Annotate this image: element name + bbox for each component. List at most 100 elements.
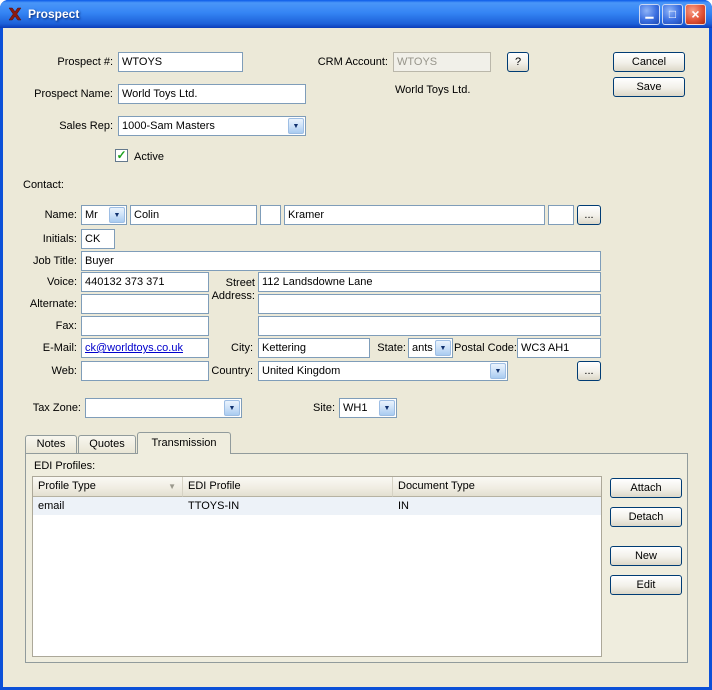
tab-notes[interactable]: Notes xyxy=(25,435,77,453)
window-title: Prospect xyxy=(28,7,80,21)
arrow-glyph: ▼ xyxy=(113,211,121,219)
address-line1-input[interactable] xyxy=(258,272,601,292)
email-link[interactable]: ck@worldtoys.co.uk xyxy=(85,342,183,354)
job-title-label: Job Title: xyxy=(32,255,77,267)
country-label: Country: xyxy=(211,365,253,377)
edit-button[interactable]: Edit xyxy=(610,575,682,595)
contact-section-label: Contact: xyxy=(23,179,64,191)
fax-label: Fax: xyxy=(55,320,77,332)
dropdown-arrow-icon: ▼ xyxy=(379,400,395,416)
arrow-glyph: ▼ xyxy=(383,404,391,412)
close-button[interactable]: × xyxy=(685,3,706,25)
middle-initial-input[interactable] xyxy=(260,205,281,225)
column-header-edi-profile[interactable]: EDI Profile xyxy=(183,477,393,497)
arrow-glyph: ▼ xyxy=(439,344,447,352)
name-label: Name: xyxy=(44,209,77,221)
tax-zone-select[interactable]: ▼ xyxy=(85,398,242,418)
sales-rep-select[interactable]: 1000-Sam Masters ▼ xyxy=(118,116,306,136)
dropdown-arrow-icon: ▼ xyxy=(109,207,125,223)
detach-button[interactable]: Detach xyxy=(610,507,682,527)
state-select[interactable]: ants ▼ xyxy=(408,338,453,358)
web-label: Web: xyxy=(51,365,77,377)
active-checkbox[interactable]: ✓ xyxy=(115,149,128,162)
new-button[interactable]: New xyxy=(610,546,682,566)
arrow-glyph: ▼ xyxy=(292,122,300,130)
voice-input[interactable] xyxy=(81,272,209,292)
tax-zone-value xyxy=(86,399,223,417)
dropdown-arrow-icon: ▼ xyxy=(288,118,304,134)
first-name-input[interactable] xyxy=(130,205,257,225)
web-input[interactable] xyxy=(81,361,209,381)
tax-zone-label: Tax Zone: xyxy=(32,402,81,414)
fax-input[interactable] xyxy=(81,316,209,336)
arrow-glyph: ▼ xyxy=(494,367,502,375)
column-label: Document Type xyxy=(398,480,475,492)
prospect-window: Prospect ▁ □ × Prospect #: CRM Account: … xyxy=(0,0,712,690)
job-title-input[interactable] xyxy=(81,251,601,271)
window-content: Prospect #: CRM Account: ? World Toys Lt… xyxy=(3,28,709,687)
maximize-button[interactable]: □ xyxy=(662,3,683,25)
initials-input[interactable] xyxy=(81,229,115,249)
voice-label: Voice: xyxy=(47,276,77,288)
suffix-input[interactable] xyxy=(548,205,574,225)
country-value: United Kingdom xyxy=(262,365,341,377)
state-label: State: xyxy=(377,342,406,354)
cell-edi-profile: TTOYS-IN xyxy=(188,500,240,512)
table-row[interactable]: email TTOYS-IN IN xyxy=(33,497,601,515)
active-label: Active xyxy=(134,151,164,163)
column-label: EDI Profile xyxy=(188,480,241,492)
sales-rep-label: Sales Rep: xyxy=(59,120,113,132)
window-controls: ▁ □ × xyxy=(639,3,706,25)
city-input[interactable] xyxy=(258,338,370,358)
honorific-value: Mr xyxy=(85,209,98,221)
crm-help-button[interactable]: ? xyxy=(507,52,529,72)
tab-quotes[interactable]: Quotes xyxy=(78,435,136,453)
sales-rep-value: 1000-Sam Masters xyxy=(122,120,215,132)
cancel-button[interactable]: Cancel xyxy=(613,52,685,72)
cell-document-type: IN xyxy=(398,500,409,512)
street-address-label: Street Address: xyxy=(211,277,255,302)
crm-account-label: CRM Account: xyxy=(317,56,388,68)
column-label: Profile Type xyxy=(38,480,96,492)
edi-profiles-label: EDI Profiles: xyxy=(34,460,96,472)
crm-account-input xyxy=(393,52,491,72)
address-line3-input[interactable] xyxy=(258,316,601,336)
minimize-icon: ▁ xyxy=(645,8,654,19)
prospect-number-label: Prospect #: xyxy=(57,56,113,68)
postal-code-label: Postal Code: xyxy=(454,342,517,354)
column-header-profile-type[interactable]: Profile Type ▼ xyxy=(33,477,183,497)
tab-transmission[interactable]: Transmission xyxy=(137,432,231,454)
alternate-input[interactable] xyxy=(81,294,209,314)
title-bar[interactable]: Prospect ▁ □ × xyxy=(0,0,712,28)
maximize-icon: □ xyxy=(668,7,677,21)
postal-code-input[interactable] xyxy=(517,338,601,358)
transmission-panel: EDI Profiles: Profile Type ▼ EDI Profile… xyxy=(25,453,688,663)
crm-account-name: World Toys Ltd. xyxy=(395,84,471,96)
column-header-document-type[interactable]: Document Type xyxy=(393,477,601,497)
dropdown-arrow-icon: ▼ xyxy=(435,340,451,356)
honorific-select[interactable]: Mr ▼ xyxy=(81,205,127,225)
prospect-name-input[interactable] xyxy=(118,84,306,104)
email-field[interactable]: ck@worldtoys.co.uk xyxy=(81,338,209,358)
attach-button[interactable]: Attach xyxy=(610,478,682,498)
cell-profile-type: email xyxy=(38,500,65,512)
app-icon xyxy=(8,7,22,21)
prospect-name-label: Prospect Name: xyxy=(34,88,113,100)
email-label: E-Mail: xyxy=(42,342,77,354)
site-value: WH1 xyxy=(343,402,368,414)
country-search-button[interactable]: ... xyxy=(577,361,601,381)
last-name-input[interactable] xyxy=(284,205,545,225)
arrow-glyph: ▼ xyxy=(228,404,236,412)
contact-search-button[interactable]: ... xyxy=(577,205,601,225)
country-select[interactable]: United Kingdom ▼ xyxy=(258,361,508,381)
edi-profiles-table[interactable]: Profile Type ▼ EDI Profile Document Type… xyxy=(32,476,602,657)
address-line2-input[interactable] xyxy=(258,294,601,314)
save-button[interactable]: Save xyxy=(613,77,685,97)
initials-label: Initials: xyxy=(42,233,77,245)
site-label: Site: xyxy=(312,402,335,414)
minimize-button[interactable]: ▁ xyxy=(639,3,660,25)
close-icon: × xyxy=(691,6,700,22)
site-select[interactable]: WH1 ▼ xyxy=(339,398,397,418)
prospect-number-input[interactable] xyxy=(118,52,243,72)
table-header: Profile Type ▼ EDI Profile Document Type xyxy=(33,477,601,497)
